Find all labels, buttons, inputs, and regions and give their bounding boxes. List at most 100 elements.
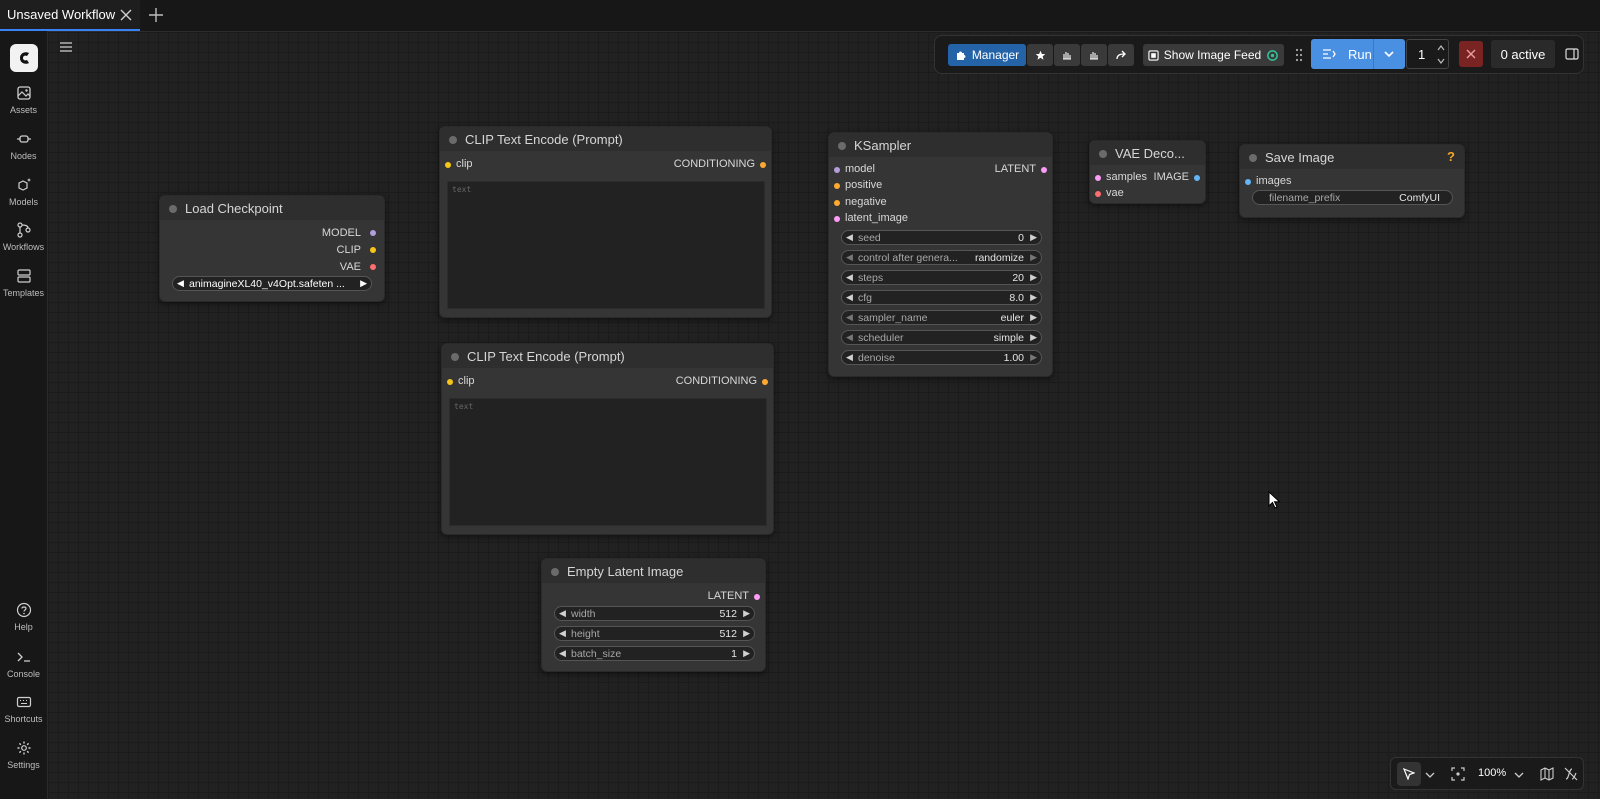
sidebar-item-settings[interactable]: Settings — [0, 740, 47, 784]
comfy-logo[interactable] — [10, 44, 38, 72]
node-title-bar[interactable]: Empty Latent Image — [542, 559, 765, 583]
node-clip-text-encode-negative[interactable]: CLIP Text Encode (Prompt) clip CONDITION… — [441, 343, 774, 535]
node-collapse-dot[interactable] — [451, 353, 459, 361]
arrow-right-icon[interactable]: ▶ — [360, 278, 367, 289]
arrow-left-icon[interactable]: ◀ — [846, 292, 853, 303]
output-slot-model[interactable] — [370, 230, 376, 236]
close-icon[interactable] — [118, 7, 134, 23]
sidebar-item-help[interactable]: Help — [0, 602, 47, 646]
arrow-left-icon[interactable]: ◀ — [559, 608, 566, 619]
node-title-bar[interactable]: Save Image ? — [1240, 145, 1464, 169]
sidebar-item-models[interactable]: Models — [0, 177, 47, 221]
input-slot-clip[interactable] — [445, 162, 451, 168]
arrow-right-icon[interactable]: ▶ — [1030, 332, 1037, 343]
arrow-left-icon[interactable]: ◀ — [846, 272, 853, 283]
input-slot-clip[interactable] — [447, 379, 453, 385]
tab-unsaved-workflow[interactable]: Unsaved Workflow — [0, 0, 140, 31]
select-mode-button[interactable] — [1397, 762, 1421, 786]
arrow-right-icon[interactable]: ▶ — [1030, 232, 1037, 243]
chevron-down-icon[interactable] — [1425, 770, 1435, 780]
ckpt-name-combo[interactable]: ◀ animagineXL40_v4Opt.safeten ... ▶ — [172, 276, 372, 291]
batch-count-input[interactable]: 1 — [1406, 39, 1449, 69]
node-title-bar[interactable]: VAE Deco... — [1090, 141, 1205, 165]
plus-icon[interactable] — [147, 6, 165, 24]
menu-icon[interactable] — [58, 40, 74, 54]
output-slot-latent[interactable] — [1041, 167, 1047, 173]
node-collapse-dot[interactable] — [169, 205, 177, 213]
chevron-down-icon[interactable] — [1514, 770, 1524, 780]
node-empty-latent-image[interactable]: Empty Latent Image LATENT ◀ width 512 ▶ … — [541, 558, 766, 672]
toggle-panel-button[interactable] — [1559, 41, 1585, 67]
minimap-icon[interactable] — [1540, 767, 1554, 781]
node-title-bar[interactable]: CLIP Text Encode (Prompt) — [440, 127, 771, 151]
output-slot-image[interactable] — [1194, 175, 1200, 181]
node-collapse-dot[interactable] — [1249, 154, 1257, 162]
width-number-widget[interactable]: ◀ width 512 ▶ — [554, 606, 755, 621]
node-collapse-dot[interactable] — [449, 136, 457, 144]
cancel-queue-button[interactable] — [1459, 41, 1483, 67]
sidebar-item-console[interactable]: Console — [0, 649, 47, 693]
control-after-generate-widget[interactable]: ◀ control after genera... randomize ▶ — [841, 250, 1042, 265]
manager-button[interactable]: Manager — [948, 44, 1026, 66]
node-vae-decode[interactable]: VAE Deco... samples vae IMAGE — [1089, 140, 1206, 204]
node-ksampler[interactable]: KSampler model positive negative latent_… — [828, 132, 1053, 377]
arrow-left-icon[interactable]: ◀ — [846, 232, 853, 243]
height-number-widget[interactable]: ◀ height 512 ▶ — [554, 626, 755, 641]
arrow-left-icon[interactable]: ◀ — [559, 648, 566, 659]
output-slot-conditioning[interactable] — [762, 379, 768, 385]
share-button[interactable] — [1108, 44, 1134, 66]
node-clip-text-encode-positive[interactable]: CLIP Text Encode (Prompt) clip CONDITION… — [439, 126, 772, 318]
node-load-checkpoint[interactable]: Load Checkpoint MODEL CLIP VAE ◀ animagi… — [159, 195, 385, 302]
batch-size-number-widget[interactable]: ◀ batch_size 1 ▶ — [554, 646, 755, 661]
node-title-bar[interactable]: Load Checkpoint — [160, 196, 384, 220]
arrow-right-icon[interactable]: ▶ — [1030, 252, 1037, 263]
steps-widget[interactable]: ◀ steps 20 ▶ — [841, 270, 1042, 285]
input-slot-images[interactable] — [1245, 179, 1251, 185]
arrow-right-icon[interactable]: ▶ — [1030, 292, 1037, 303]
model-manager-button[interactable] — [1054, 44, 1080, 66]
show-image-feed-button[interactable]: Show Image Feed — [1143, 44, 1284, 66]
sidebar-item-workflows[interactable]: Workflows — [0, 222, 47, 266]
arrow-right-icon[interactable]: ▶ — [743, 648, 750, 659]
chevron-down-icon[interactable] — [1436, 57, 1446, 65]
input-slot-negative[interactable] — [834, 200, 840, 206]
denoise-widget[interactable]: ◀ denoise 1.00 ▶ — [841, 350, 1042, 365]
node-collapse-dot[interactable] — [551, 568, 559, 576]
sidebar-item-assets[interactable]: Assets — [0, 85, 47, 129]
prompt-textarea[interactable]: text — [447, 181, 765, 309]
input-slot-model[interactable] — [834, 167, 840, 173]
sampler-name-widget[interactable]: ◀ sampler_name euler ▶ — [841, 310, 1042, 325]
input-slot-vae[interactable] — [1095, 191, 1101, 197]
chevron-down-icon[interactable] — [1383, 48, 1395, 60]
input-slot-positive[interactable] — [834, 183, 840, 189]
arrow-left-icon[interactable]: ◀ — [177, 278, 184, 289]
arrow-left-icon[interactable]: ◀ — [846, 252, 853, 263]
output-slot-vae[interactable] — [370, 264, 376, 270]
scheduler-widget[interactable]: ◀ scheduler simple ▶ — [841, 330, 1042, 345]
arrow-right-icon[interactable]: ▶ — [1030, 272, 1037, 283]
node-collapse-dot[interactable] — [1099, 150, 1107, 158]
arrow-right-icon[interactable]: ▶ — [743, 608, 750, 619]
output-slot-latent[interactable] — [754, 594, 760, 600]
sidebar-item-templates[interactable]: Templates — [0, 268, 47, 312]
arrow-right-icon[interactable]: ▶ — [1030, 352, 1037, 363]
arrow-right-icon[interactable]: ▶ — [1030, 312, 1037, 323]
chevron-up-icon[interactable] — [1436, 44, 1446, 52]
node-search-button[interactable] — [1081, 44, 1107, 66]
seed-widget[interactable]: ◀ seed 0 ▶ — [841, 230, 1042, 245]
node-title-bar[interactable]: CLIP Text Encode (Prompt) — [442, 344, 773, 368]
arrow-left-icon[interactable]: ◀ — [846, 312, 853, 323]
active-queue-button[interactable]: 0 active — [1491, 40, 1555, 68]
sidebar-item-nodes[interactable]: Nodes — [0, 131, 47, 175]
hide-links-icon[interactable] — [1564, 767, 1578, 781]
drag-handle-icon[interactable] — [1294, 48, 1304, 62]
cfg-widget[interactable]: ◀ cfg 8.0 ▶ — [841, 290, 1042, 305]
arrow-right-icon[interactable]: ▶ — [743, 628, 750, 639]
node-title-bar[interactable]: KSampler — [829, 133, 1052, 157]
star-button[interactable] — [1027, 44, 1053, 66]
output-slot-conditioning[interactable] — [760, 162, 766, 168]
sidebar-item-shortcuts[interactable]: Shortcuts — [0, 694, 47, 738]
filename-prefix-widget[interactable]: filename_prefix ComfyUI — [1252, 190, 1453, 205]
arrow-left-icon[interactable]: ◀ — [559, 628, 566, 639]
input-slot-latent-image[interactable] — [834, 216, 840, 222]
